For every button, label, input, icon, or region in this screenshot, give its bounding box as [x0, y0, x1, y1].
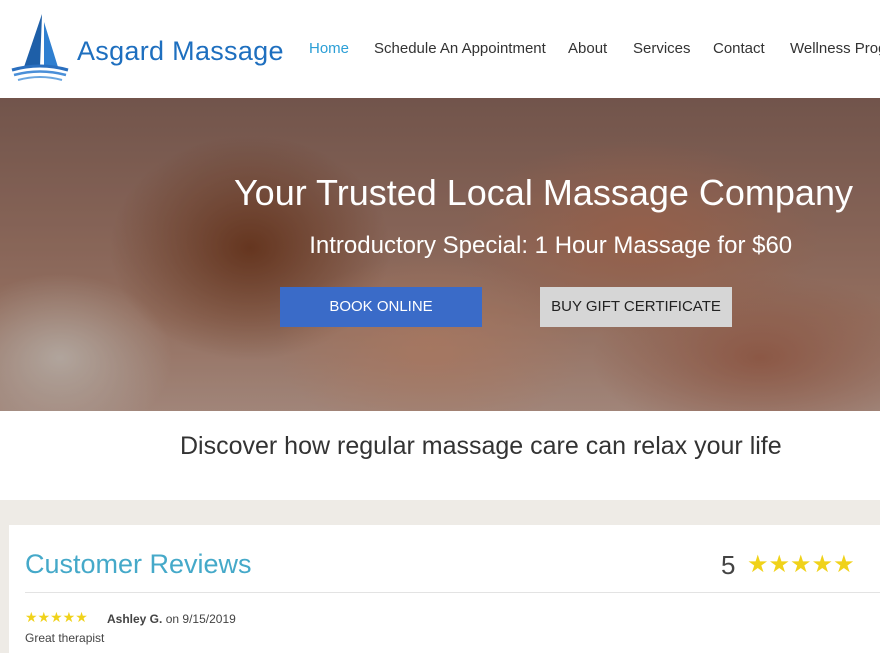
average-rating: 5 [721, 550, 736, 580]
nav-wellness-program[interactable]: Wellness Prog [790, 40, 880, 57]
main-nav: Home Schedule An Appointment About Servi… [0, 40, 880, 60]
review-date: 9/15/2019 [182, 612, 236, 626]
review-meta: Ashley G. on 9/15/2019 [107, 612, 236, 626]
book-online-button[interactable]: BOOK ONLINE [280, 287, 482, 327]
hero-subtitle: Introductory Special: 1 Hour Massage for… [309, 232, 793, 259]
reviews-title: Customer Reviews [25, 549, 252, 579]
nav-contact[interactable]: Contact [713, 40, 765, 57]
nav-services[interactable]: Services [633, 40, 691, 57]
buy-gift-certificate-button[interactable]: BUY GIFT CERTIFICATE [540, 287, 732, 327]
nav-schedule-appointment[interactable]: Schedule An Appointment [374, 40, 546, 57]
site-header: Asgard Massage Home Schedule An Appointm… [0, 0, 880, 98]
reviews-card: Customer Reviews 5 ★★★★★ ★★★★★ Ashley G.… [9, 525, 880, 653]
divider [25, 592, 880, 593]
nav-home[interactable]: Home [309, 40, 349, 57]
hero-title: Your Trusted Local Massage Company [233, 172, 853, 213]
review-text: Great therapist [25, 631, 105, 645]
nav-about[interactable]: About [568, 40, 607, 57]
review-stars-icon: ★★★★★ [25, 609, 88, 625]
tagline: Discover how regular massage care can re… [180, 432, 782, 460]
review-date-prefix: on [165, 612, 180, 626]
average-rating-stars-icon: ★★★★★ [747, 551, 855, 578]
reviewer-name: Ashley G. [107, 612, 163, 626]
hero-banner: Your Trusted Local Massage Company Intro… [0, 98, 880, 411]
